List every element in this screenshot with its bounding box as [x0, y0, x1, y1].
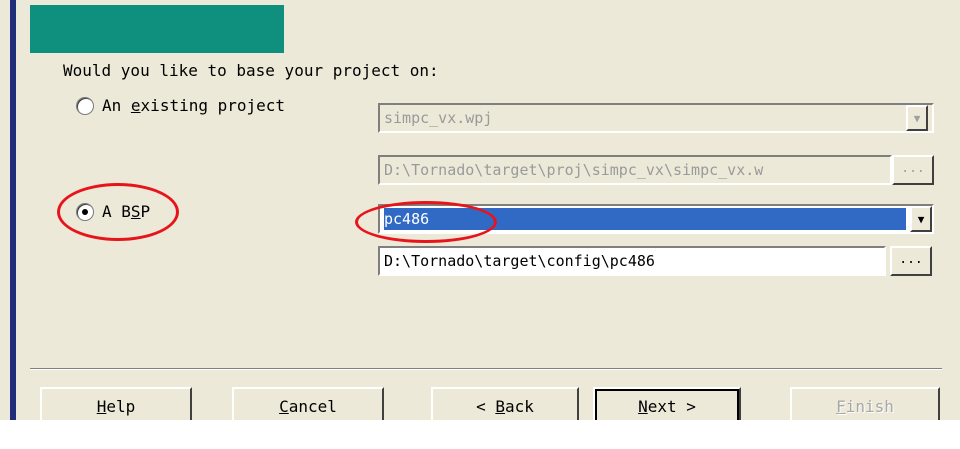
header-banner	[30, 5, 284, 53]
question-label: Would you like to base your project on:	[63, 61, 439, 80]
existing-project-label[interactable]: An existing project	[102, 96, 285, 115]
project-browse-button[interactable]: ...	[892, 155, 934, 185]
window-border	[10, 0, 16, 420]
bsp-label[interactable]: A BSP	[102, 202, 150, 221]
chevron-down-icon: ▼	[917, 212, 925, 226]
wizard-dialog: Would you like to base your project on: …	[0, 0, 960, 449]
existing-project-radio[interactable]	[76, 97, 94, 115]
project-path-value: D:\Tornado\target\proj\simpc_vx\simpc_vx…	[384, 161, 764, 179]
project-select[interactable]: simpc_vx.wpj	[378, 103, 934, 133]
project-select-value: simpc_vx.wpj	[384, 109, 493, 127]
project-path-field[interactable]: D:\Tornado\target\proj\simpc_vx\simpc_vx…	[378, 155, 892, 185]
bsp-radio[interactable]	[76, 203, 94, 221]
bottom-margin	[0, 420, 960, 449]
bsp-select-dropdown[interactable]: ▼	[910, 206, 932, 232]
bsp-select[interactable]: pc486	[378, 204, 934, 234]
bsp-select-value: pc486	[384, 208, 906, 230]
bsp-path-field[interactable]: D:\Tornado\target\config\pc486	[378, 246, 886, 276]
project-select-dropdown[interactable]: ▼	[906, 105, 928, 131]
bsp-path-value: D:\Tornado\target\config\pc486	[384, 252, 655, 270]
bsp-browse-button[interactable]: ...	[890, 246, 932, 276]
chevron-down-icon: ▼	[913, 111, 921, 125]
divider	[30, 368, 942, 370]
